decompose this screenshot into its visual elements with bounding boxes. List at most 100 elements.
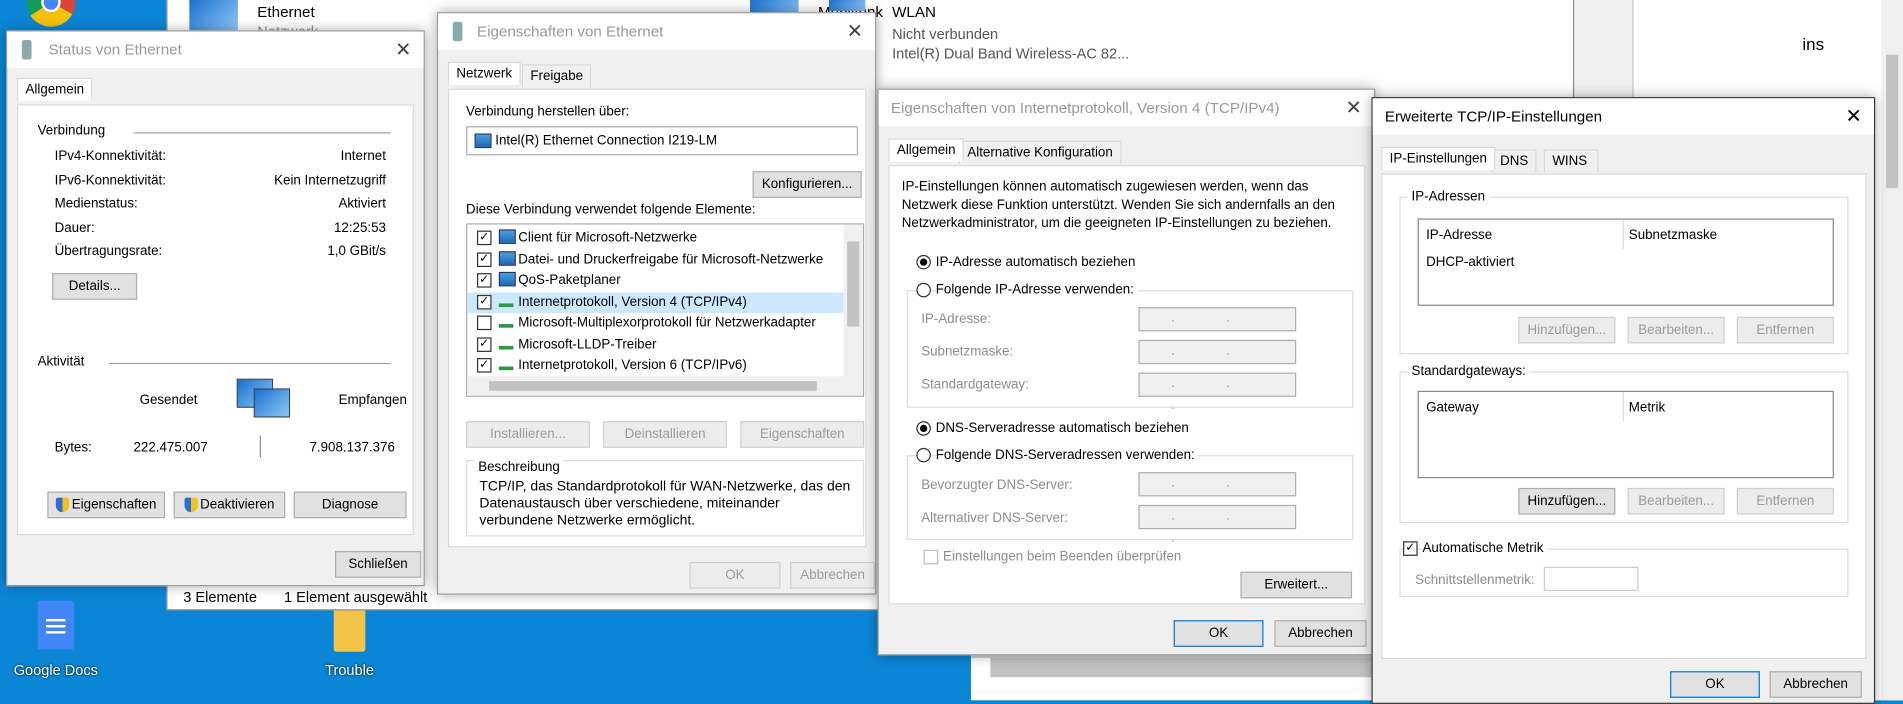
advanced-button[interactable]: Erweitert... bbox=[1240, 571, 1353, 599]
sent-label: Gesendet bbox=[139, 393, 198, 408]
connect-using-label: Verbindung herstellen über: bbox=[466, 104, 630, 119]
horizontal-scrollbar[interactable] bbox=[990, 657, 1390, 678]
validate-checkbox[interactable] bbox=[923, 549, 939, 565]
network-adapter-icon bbox=[828, 0, 866, 11]
ipv4-properties-window: Eigenschaften von Internetprotokoll, Ver… bbox=[877, 88, 1376, 656]
diagnose-button[interactable]: Diagnose bbox=[293, 491, 407, 519]
close-icon[interactable]: ✕ bbox=[395, 38, 411, 62]
tab-dns[interactable]: DNS bbox=[1491, 149, 1537, 173]
uninstall-button[interactable]: Deinstallieren bbox=[603, 421, 728, 448]
item-label: Internetprotokoll, Version 4 (TCP/IPv4) bbox=[518, 294, 747, 309]
disable-button[interactable]: Deaktivieren bbox=[173, 491, 286, 519]
bytes-received: 7.908.137.376 bbox=[309, 440, 395, 456]
list-item[interactable]: Microsoft-Multiplexorprotokoll für Netzw… bbox=[467, 313, 843, 334]
horizontal-scrollbar[interactable] bbox=[467, 376, 863, 396]
cancel-button[interactable]: Abbrechen bbox=[790, 561, 876, 589]
list-item[interactable]: ✓ Microsoft-LLDP-Treiber bbox=[467, 334, 843, 355]
tab-ip-settings[interactable]: IP-Einstellungen bbox=[1381, 146, 1496, 170]
explorer-item-device: Intel(R) Dual Band Wireless-AC 82... bbox=[892, 44, 1130, 62]
explorer-item-ethernet[interactable]: Ethernet bbox=[257, 4, 314, 21]
received-label: Empfangen bbox=[338, 393, 407, 408]
window-title: Eigenschaften von Internetprotokoll, Ver… bbox=[890, 99, 1280, 117]
gateway-list[interactable]: Gateway Metrik bbox=[1417, 390, 1834, 479]
item-label: Microsoft-LLDP-Treiber bbox=[518, 336, 657, 352]
gateway-input[interactable]: . . . bbox=[1138, 372, 1297, 413]
item-checkbox[interactable]: ✓ bbox=[476, 336, 492, 352]
interface-metric-input[interactable] bbox=[1543, 566, 1639, 592]
install-button[interactable]: Installieren... bbox=[466, 421, 590, 448]
side-text: ins bbox=[1802, 33, 1825, 54]
edit-gateway-button[interactable]: Bearbeiten... bbox=[1627, 487, 1725, 515]
protocol-icon bbox=[498, 337, 514, 350]
add-gateway-button[interactable]: Hinzufügen... bbox=[1518, 487, 1616, 515]
item-label: Microsoft-Multiplexorprotokoll für Netzw… bbox=[518, 315, 816, 331]
item-checkbox[interactable]: ✓ bbox=[476, 294, 492, 309]
status-row-label: Übertragungsrate: bbox=[54, 243, 163, 259]
ip-address-list[interactable]: IP-Adresse Subnetzmaske DHCP-aktiviert bbox=[1417, 218, 1834, 306]
details-button[interactable]: Details... bbox=[52, 273, 138, 300]
item-checkbox[interactable]: ✓ bbox=[476, 230, 492, 246]
status-window: Status von Ethernet ✕ Allgemein Verbindu… bbox=[6, 30, 425, 587]
auto-metric-checkbox[interactable]: ✓ bbox=[1403, 541, 1418, 556]
close-button[interactable]: Schließen bbox=[334, 551, 422, 578]
gateway-label: Standardgateway: bbox=[921, 377, 1029, 393]
tab-allgemein[interactable]: Allgemein bbox=[888, 138, 965, 162]
item-checkbox[interactable]: ✓ bbox=[476, 251, 492, 267]
remove-ip-button[interactable]: Entfernen bbox=[1736, 316, 1834, 344]
desktop-icon-trouble[interactable]: Trouble bbox=[306, 600, 393, 678]
ok-button[interactable]: OK bbox=[1670, 671, 1760, 698]
chrome-icon[interactable] bbox=[26, 0, 76, 27]
status-row-value: 12:25:53 bbox=[333, 220, 386, 235]
tab-alternative[interactable]: Alternative Konfiguration bbox=[958, 140, 1122, 164]
close-icon[interactable]: ✕ bbox=[847, 19, 863, 43]
scrollbar[interactable] bbox=[1881, 0, 1903, 701]
button-label: Eigenschaften bbox=[71, 497, 157, 513]
subnet-input[interactable]: . . . bbox=[1138, 339, 1297, 380]
desktop-icon-label: Google Docs bbox=[13, 661, 98, 679]
tab-wins[interactable]: WINS bbox=[1543, 149, 1599, 173]
item-checkbox[interactable]: ✓ bbox=[476, 273, 492, 288]
protocol-icon bbox=[498, 294, 514, 307]
dns-alt-input[interactable]: . . . bbox=[1138, 504, 1297, 545]
ip-address-input[interactable]: . . . bbox=[1138, 307, 1297, 347]
item-checkbox[interactable]: ✓ bbox=[476, 358, 492, 373]
explorer-item-status: Nicht verbunden bbox=[892, 25, 999, 43]
tab-netzwerk[interactable]: Netzwerk bbox=[447, 61, 521, 85]
dns-auto-radio[interactable] bbox=[916, 421, 931, 436]
tab-freigabe[interactable]: Freigabe bbox=[521, 64, 592, 88]
add-ip-button[interactable]: Hinzufügen... bbox=[1518, 316, 1616, 344]
ip-manual-radio[interactable] bbox=[916, 282, 931, 298]
configure-button[interactable]: Konfigurieren... bbox=[752, 171, 862, 198]
status-row-label: Medienstatus: bbox=[54, 196, 138, 212]
close-icon[interactable]: ✕ bbox=[1846, 104, 1862, 128]
ok-button[interactable]: OK bbox=[1173, 620, 1264, 647]
list-item[interactable]: ✓ QoS-Paketplaner bbox=[467, 271, 843, 292]
cancel-button[interactable]: Abbrechen bbox=[1769, 671, 1862, 698]
close-icon[interactable]: ✕ bbox=[1346, 96, 1362, 120]
column-header: Subnetzmaske bbox=[1628, 228, 1718, 243]
list-item[interactable]: ✓ Internetprotokoll, Version 6 (TCP/IPv6) bbox=[467, 356, 843, 377]
item-checkbox[interactable] bbox=[476, 315, 492, 331]
cancel-button[interactable]: Abbrechen bbox=[1274, 620, 1367, 647]
explorer-item-wlan[interactable]: WLAN bbox=[892, 4, 936, 21]
interface-metric-label: Schnittstellenmetrik: bbox=[1415, 572, 1535, 588]
list-item[interactable]: ✓ Datei- und Druckerfreigabe für Microsof… bbox=[467, 249, 843, 270]
dns-pref-input[interactable]: . . . bbox=[1138, 472, 1297, 512]
dns-manual-radio[interactable] bbox=[916, 447, 931, 463]
status-row-value: 1,0 GBit/s bbox=[327, 243, 386, 259]
edit-ip-button[interactable]: Bearbeiten... bbox=[1627, 316, 1725, 344]
status-row-label: IPv4-Konnektivität: bbox=[54, 149, 166, 164]
remove-gateway-button[interactable]: Entfernen bbox=[1736, 487, 1834, 515]
ip-auto-radio[interactable] bbox=[916, 254, 931, 270]
item-label: Internetprotokoll, Version 6 (TCP/IPv6) bbox=[518, 358, 747, 373]
tab-allgemein[interactable]: Allgemein bbox=[16, 77, 93, 101]
properties-button[interactable]: Eigenschaften bbox=[47, 491, 166, 519]
list-item[interactable]: ✓ Client für Microsoft-Netzwerke bbox=[467, 228, 843, 249]
list-item[interactable]: DHCP-aktiviert bbox=[1426, 255, 1514, 270]
ok-button[interactable]: OK bbox=[689, 561, 781, 589]
vertical-scrollbar[interactable] bbox=[843, 224, 863, 377]
protocol-icon bbox=[498, 358, 514, 371]
list-item[interactable]: ✓ Internetprotokoll, Version 4 (TCP/IPv4) bbox=[467, 291, 844, 313]
item-properties-button[interactable]: Eigenschaften bbox=[740, 421, 865, 448]
desktop-icon-google-docs[interactable]: Google Docs bbox=[12, 600, 99, 679]
